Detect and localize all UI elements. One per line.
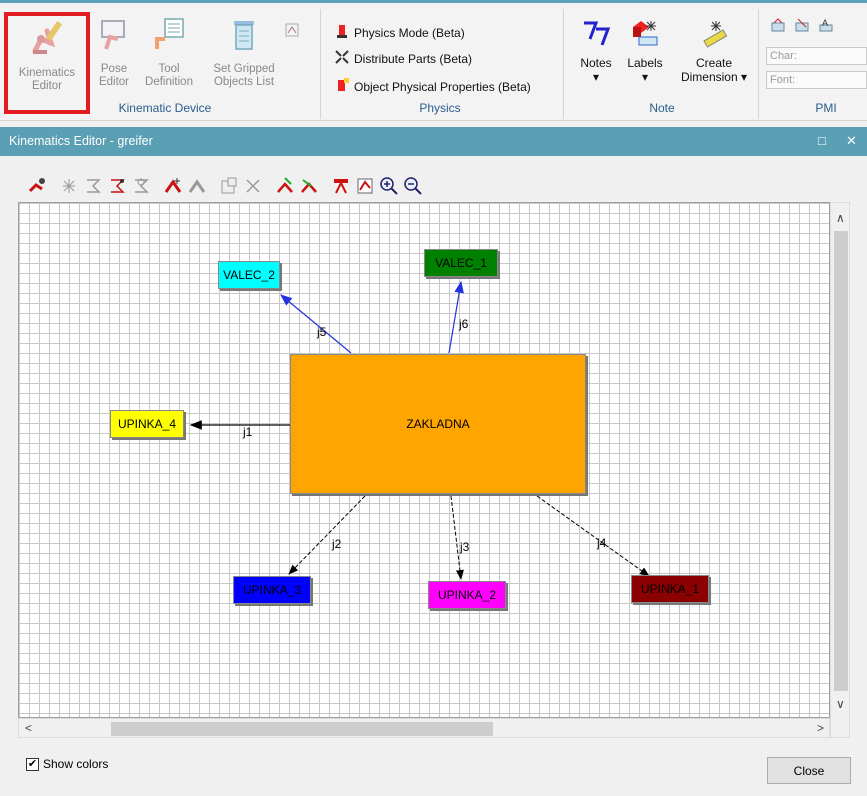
joint-icon-2[interactable]	[82, 175, 104, 197]
group-separator	[758, 9, 759, 119]
properties-icon[interactable]	[218, 175, 240, 197]
labels-label: Labels	[627, 56, 663, 70]
distribute-parts-button[interactable]: Distribute Parts (Beta)	[334, 49, 472, 68]
tool-definition-button[interactable]: Tool Definition	[137, 17, 201, 89]
delete-joint-icon[interactable]	[186, 175, 208, 197]
show-colors-checkbox[interactable]: ✔ Show colors	[26, 757, 108, 771]
delete-icon[interactable]	[242, 175, 264, 197]
ribbon: Kinematics Editor Pose Editor Tool Defin…	[0, 0, 867, 121]
group-label-pmi: PMI	[815, 101, 837, 115]
joint-label-j3: j3	[460, 540, 470, 554]
highlight-box	[4, 12, 90, 114]
checkbox-checked-icon[interactable]: ✔	[26, 757, 39, 771]
close-button[interactable]: Close	[767, 757, 851, 784]
physics-mode-button[interactable]: Physics Mode (Beta)	[334, 23, 465, 42]
close-window-button[interactable]: ✕	[846, 133, 857, 149]
object-physical-properties-button[interactable]: Object Physical Properties (Beta)	[334, 77, 531, 96]
zoom-out-icon[interactable]	[402, 175, 424, 197]
pose-editor-button[interactable]: Pose Editor	[94, 17, 134, 89]
set-gripped-label-1: Set Gripped	[213, 63, 275, 75]
distribute-parts-icon	[334, 49, 350, 68]
show-colors-label: Show colors	[43, 757, 109, 771]
scroll-down-icon[interactable]: ∨	[836, 697, 845, 711]
tool-definition-icon	[137, 17, 201, 57]
group-separator	[563, 9, 564, 119]
node-upinka-3[interactable]: UPINKA_3	[233, 576, 311, 604]
physics-mode-label: Physics Mode (Beta)	[354, 25, 465, 40]
window-titlebar: Kinematics Editor - greifer □ ✕	[0, 127, 867, 156]
node-upinka-2[interactable]: UPINKA_2	[428, 581, 506, 609]
pmi-char-field[interactable]: Char:	[766, 47, 867, 65]
joint-label-j6: j6	[459, 317, 469, 331]
pose-editor-label-1: Pose	[100, 63, 128, 75]
kinematics-graph-canvas[interactable]: ZAKLADNA VALEC_2 VALEC_1 UPINKA_4 UPINKA…	[18, 202, 830, 718]
vertical-scroll-thumb[interactable]	[834, 231, 848, 691]
horizontal-scroll-thumb[interactable]	[111, 722, 493, 736]
node-zakladna[interactable]: ZAKLADNA	[290, 354, 586, 494]
window-title: Kinematics Editor - greifer	[9, 134, 153, 148]
group-label-physics: Physics	[419, 101, 461, 115]
horizontal-scrollbar[interactable]: < >	[18, 718, 830, 738]
zoom-in-icon[interactable]	[378, 175, 400, 197]
notes-button[interactable]: Notes ▾	[576, 17, 616, 84]
svg-text:A: A	[822, 18, 828, 28]
create-dimension-icon	[672, 17, 756, 52]
jog-icon[interactable]	[354, 175, 376, 197]
node-valec-2[interactable]: VALEC_2	[218, 261, 280, 289]
distribute-parts-label: Distribute Parts (Beta)	[354, 51, 473, 66]
create-dimension-label-1: Create	[695, 56, 733, 70]
tcp-frame-icon[interactable]	[330, 175, 352, 197]
pmi-font-field[interactable]: Font:	[766, 71, 867, 89]
joint-icon-1[interactable]	[58, 175, 80, 197]
tool-definition-label-2: Definition	[145, 76, 193, 88]
notes-icon	[576, 17, 616, 52]
pmi-toolbar: A	[770, 17, 834, 36]
tool-definition-label-1: Tool	[158, 63, 180, 75]
object-physical-properties-label: Object Physical Properties (Beta)	[354, 79, 531, 94]
joint-label-j5: j5	[317, 325, 327, 339]
set-gripped-objects-button[interactable]: Set Gripped Objects List	[204, 17, 284, 89]
pose-editor-label-2: Editor	[98, 76, 130, 88]
scroll-left-icon[interactable]: <	[25, 721, 32, 735]
physics-mode-icon	[334, 23, 350, 42]
maximize-button[interactable]: □	[818, 133, 826, 148]
pmi-icon-2[interactable]	[794, 17, 810, 36]
create-dimension-label-2: Dimension ▾	[680, 70, 748, 84]
node-valec-1[interactable]: VALEC_1	[424, 249, 498, 277]
joint-label-j1: j1	[243, 425, 253, 439]
object-properties-icon	[334, 77, 350, 96]
joint-label-j2: j2	[332, 537, 342, 551]
node-upinka-4[interactable]: UPINKA_4	[110, 410, 184, 438]
notes-label: Notes	[580, 56, 612, 70]
group-label-note: Note	[649, 101, 675, 115]
pmi-icon-3[interactable]: A	[818, 17, 834, 36]
create-joint-icon[interactable]	[162, 175, 184, 197]
create-dimension-button[interactable]: Create Dimension ▾	[672, 17, 756, 84]
labels-icon	[622, 17, 668, 52]
joint-label-j4: j4	[597, 536, 607, 550]
joint-icon-4[interactable]	[130, 175, 152, 197]
node-upinka-1[interactable]: UPINKA_1	[631, 575, 709, 603]
set-tool-icon[interactable]	[298, 175, 320, 197]
set-gripped-label-2: Objects List	[213, 76, 275, 88]
group-label-kinematic-device: Kinematic Device	[118, 101, 212, 115]
pmi-icon-1[interactable]	[770, 17, 786, 36]
editor-toolbar	[26, 173, 426, 199]
labels-button[interactable]: Labels ▾	[622, 17, 668, 84]
set-gripped-icon	[204, 17, 284, 57]
expand-icon[interactable]	[285, 23, 299, 40]
scroll-right-icon[interactable]: >	[817, 721, 824, 735]
scroll-up-icon[interactable]: ∧	[836, 211, 845, 225]
pose-editor-icon	[94, 17, 134, 57]
vertical-scrollbar[interactable]: ∧ ∨	[830, 202, 850, 738]
set-base-icon[interactable]	[274, 175, 296, 197]
group-separator	[320, 9, 321, 119]
joint-icon-3[interactable]	[106, 175, 128, 197]
create-link-icon[interactable]	[26, 175, 48, 197]
